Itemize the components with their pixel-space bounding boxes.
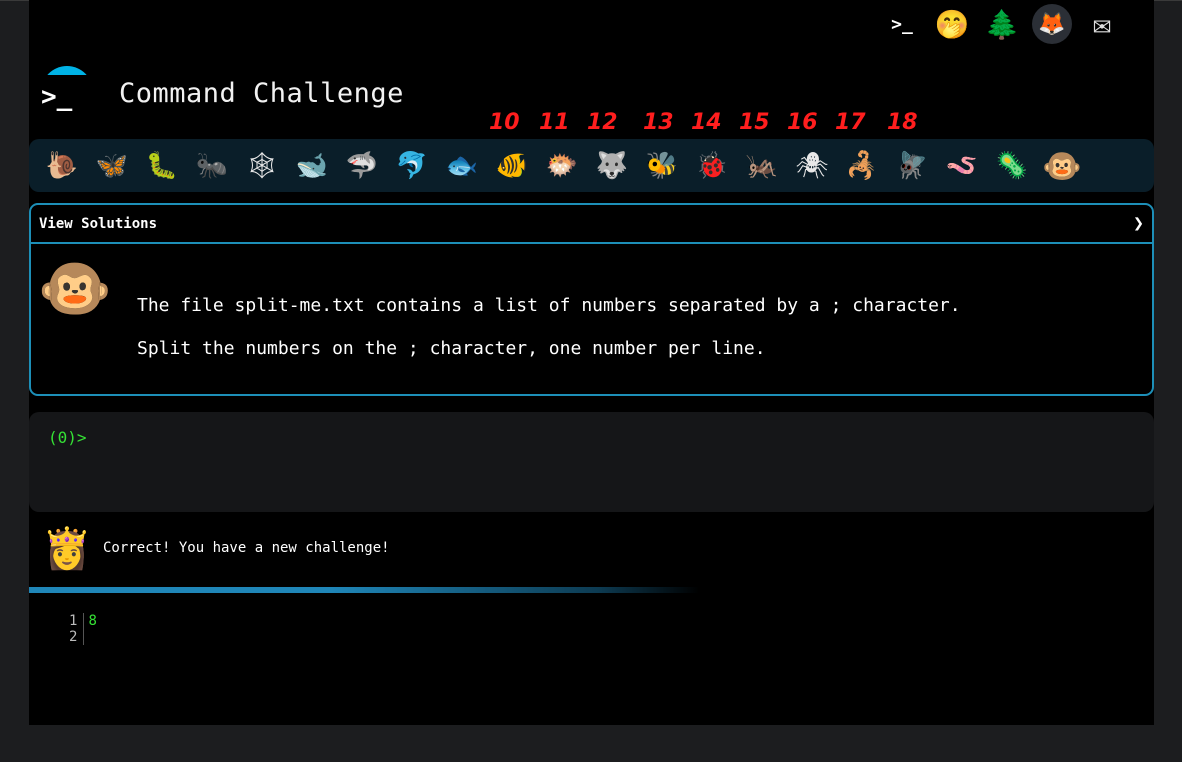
princess-avatar-icon: 👸 — [42, 525, 92, 572]
command-output: 1 2 8 — [69, 613, 97, 645]
output-line: 8 — [88, 613, 97, 629]
annotation-15: 15 — [739, 110, 770, 135]
level-fly-icon[interactable]: 🪰 — [887, 146, 937, 186]
main-panel: >_ 🤭 🌲 🦊 ✉ >_ Command Challenge 10 11 12… — [29, 0, 1154, 725]
level-snail-icon[interactable]: 🐌 — [37, 146, 87, 186]
challenge-line-1: The file split-me.txt contains a list of… — [137, 295, 961, 316]
level-spider-icon[interactable]: 🕷 — [787, 146, 837, 186]
level-ladybug-icon[interactable]: 🐞 — [687, 146, 737, 186]
progress-bar — [29, 587, 699, 593]
level-dolphin-icon[interactable]: 🐬 — [387, 146, 437, 186]
challenge-description: 🐵 The file split-me.txt contains a list … — [31, 244, 1152, 394]
view-solutions-toggle[interactable]: View Solutions ❯ — [31, 205, 1152, 244]
annotation-14: 14 — [691, 110, 722, 135]
view-solutions-label: View Solutions — [39, 215, 158, 232]
level-caterpillar-icon[interactable]: 🐛 — [137, 146, 187, 186]
annotation-17: 17 — [835, 110, 866, 135]
top-icon-bar: >_ 🤭 🌲 🦊 ✉ — [882, 4, 1122, 44]
terminal-logo-icon[interactable]: >_ — [882, 4, 922, 44]
envelope-icon[interactable]: ✉ — [1082, 4, 1122, 44]
annotation-16: 16 — [787, 110, 818, 135]
challenge-panel: View Solutions ❯ 🐵 The file split-me.txt… — [29, 203, 1154, 396]
shushing-face-icon[interactable]: 🤭 — [932, 4, 972, 44]
output-lines: 8 — [84, 613, 96, 645]
level-wolf-icon[interactable]: 🐺 — [587, 146, 637, 186]
line-number: 2 — [69, 629, 78, 645]
chevron-right-icon[interactable]: ❯ — [1133, 213, 1144, 234]
monkey-avatar-icon: 🐵 — [37, 253, 113, 324]
line-number: 1 — [69, 613, 78, 629]
level-worm-icon[interactable]: 🪱 — [937, 146, 987, 186]
command-input[interactable]: (0)> — [29, 412, 1154, 512]
terminal-prompt: (0)> — [48, 428, 87, 447]
feedback-message: 👸 Correct! You have a new challenge! — [42, 522, 390, 574]
feedback-text: Correct! You have a new challenge! — [103, 540, 390, 556]
challenge-line-2: Split the numbers on the ; character, on… — [137, 338, 766, 359]
level-number-annotations: 10 11 12 13 14 15 16 17 18 — [29, 110, 1154, 138]
line-number-gutter: 1 2 — [69, 613, 85, 645]
challenge-text: The file split-me.txt contains a list of… — [137, 284, 961, 370]
level-butterfly-icon[interactable]: 🦋 — [87, 146, 137, 186]
level-selector: 🐌 🦋 🐛 🐜 🕸 🐋 🦈 🐬 🐟 🐠 🐡 🐺 🐝 🐞 🦗 🕷 🦂 🪰 🪱 🦠 … — [29, 139, 1154, 192]
level-spider-web-icon[interactable]: 🕸 — [237, 146, 287, 186]
level-microbe-icon[interactable]: 🦠 — [987, 146, 1037, 186]
level-cricket-icon[interactable]: 🦗 — [737, 146, 787, 186]
level-scorpion-icon[interactable]: 🦂 — [837, 146, 887, 186]
gitlab-icon[interactable]: 🦊 — [1032, 4, 1072, 44]
annotation-18: 18 — [887, 110, 918, 135]
page-title: Command Challenge — [119, 77, 404, 109]
level-ant-icon[interactable]: 🐜 — [187, 146, 237, 186]
level-whale-icon[interactable]: 🐋 — [287, 146, 337, 186]
level-shark-icon[interactable]: 🦈 — [337, 146, 387, 186]
level-fish-icon[interactable]: 🐟 — [437, 146, 487, 186]
annotation-12: 12 — [587, 110, 618, 135]
level-bee-icon[interactable]: 🐝 — [637, 146, 687, 186]
level-blowfish-icon[interactable]: 🐡 — [537, 146, 587, 186]
level-monkey-icon[interactable]: 🐵 — [1037, 146, 1087, 186]
tree-icon[interactable]: 🌲 — [982, 4, 1022, 44]
level-tropical-fish-icon[interactable]: 🐠 — [487, 146, 537, 186]
annotation-13: 13 — [643, 110, 674, 135]
annotation-10: 10 — [489, 110, 520, 135]
annotation-11: 11 — [539, 110, 570, 135]
